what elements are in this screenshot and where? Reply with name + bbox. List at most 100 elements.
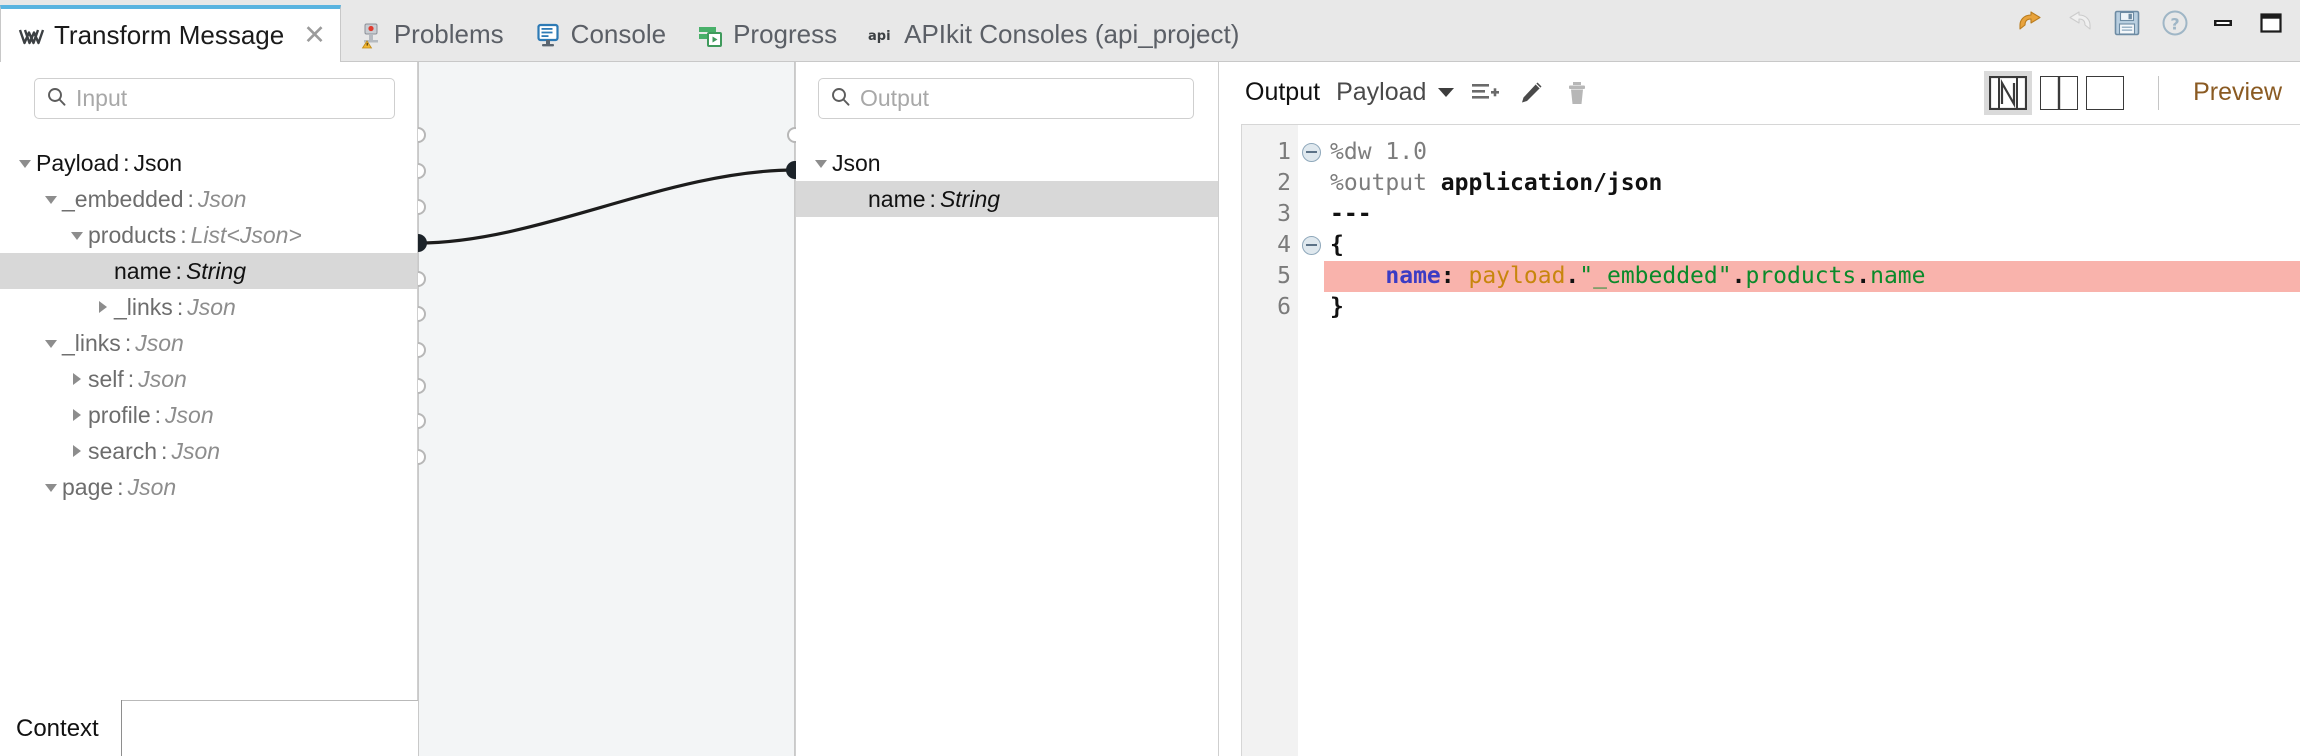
- tree-row-type: Json: [165, 401, 214, 428]
- tree-row-separator: :: [127, 365, 135, 392]
- tab-label: Transform Message: [54, 20, 285, 50]
- connector-port: [418, 342, 426, 358]
- preview-button[interactable]: Preview: [2193, 78, 2282, 107]
- code-line[interactable]: {: [1324, 230, 2300, 261]
- chevron-down-icon[interactable]: [40, 478, 62, 496]
- tree-row-separator: :: [124, 329, 132, 356]
- view-mode-single[interactable]: [2086, 75, 2125, 110]
- chevron-right-icon[interactable]: [66, 442, 88, 460]
- tree-row-separator: :: [154, 401, 162, 428]
- chevron-right-icon[interactable]: [92, 298, 114, 316]
- tree-row[interactable]: _embedded : Json: [0, 181, 417, 217]
- console-icon: [534, 21, 562, 49]
- code-token: application/json: [1440, 170, 1663, 196]
- output-search-wrap: Output: [796, 62, 1218, 119]
- chevron-down-icon[interactable]: [66, 226, 88, 244]
- search-icon: [47, 87, 66, 111]
- tree-row-name: products: [88, 221, 177, 248]
- tab-apikit-consoles[interactable]: api APIkit Consoles (api_project): [851, 8, 1253, 61]
- toolbar-divider: [2158, 75, 2160, 110]
- output-target-dropdown[interactable]: Payload: [1336, 78, 1455, 107]
- tree-row-separator: :: [123, 149, 130, 176]
- tree-row[interactable]: search : Json: [0, 433, 417, 469]
- edit-icon[interactable]: [1516, 78, 1546, 108]
- view-mode-split-graphic[interactable]: [1984, 70, 2033, 115]
- code-folding-column[interactable]: [1298, 125, 1324, 756]
- minimize-icon[interactable]: [2208, 8, 2238, 38]
- tab-console[interactable]: Console: [518, 8, 680, 61]
- code-fold-icon[interactable]: [1298, 230, 1324, 261]
- tree-row-type: Json: [171, 437, 221, 464]
- input-search-wrap: Input: [0, 62, 417, 119]
- code-line[interactable]: }: [1324, 292, 2300, 323]
- view-mode-two-column[interactable]: [2040, 75, 2079, 110]
- code-line[interactable]: %dw 1.0: [1324, 137, 2300, 168]
- view-mode-group: [1984, 70, 2125, 115]
- window-actions: ?: [2016, 8, 2286, 38]
- undo-icon[interactable]: [2016, 8, 2046, 38]
- tree-row-name: Json: [832, 149, 881, 176]
- save-icon[interactable]: [2112, 8, 2142, 38]
- line-number: 5: [1277, 263, 1291, 289]
- output-search-field[interactable]: Output: [818, 78, 1194, 119]
- code-line[interactable]: name: payload."_embedded".products.name: [1324, 261, 2300, 292]
- code-fold-empty: [1298, 199, 1324, 230]
- chevron-down-icon[interactable]: [40, 190, 62, 208]
- close-icon[interactable]: ✕: [303, 22, 326, 49]
- chevron-down-icon[interactable]: [810, 154, 832, 172]
- connector-port: [418, 449, 426, 465]
- tree-row-name: Payload: [36, 149, 120, 176]
- tree-row[interactable]: profile : Json: [0, 397, 417, 433]
- code-token: :: [1440, 263, 1469, 289]
- delete-icon[interactable]: [1562, 78, 1592, 108]
- svg-text:?: ?: [2170, 15, 2179, 34]
- code-text-area[interactable]: %dw 1.0 %output application/json ---{ name…: [1324, 125, 2300, 756]
- problems-icon: [357, 21, 385, 49]
- connector-port: [418, 199, 426, 215]
- input-search-field[interactable]: Input: [34, 78, 395, 119]
- tree-row[interactable]: _links : Json: [0, 289, 417, 325]
- help-icon[interactable]: ?: [2160, 8, 2190, 38]
- tree-row[interactable]: name : String: [796, 181, 1218, 217]
- chevron-right-icon[interactable]: [66, 370, 88, 388]
- maximize-icon[interactable]: [2256, 8, 2286, 38]
- code-token: %output: [1330, 170, 1441, 196]
- code-line[interactable]: %output application/json: [1324, 168, 2300, 199]
- tree-row-name: _links: [114, 293, 173, 320]
- tree-row-name: profile: [88, 401, 151, 428]
- tree-row[interactable]: _links : Json: [0, 325, 417, 361]
- tree-row-separator: :: [180, 221, 187, 248]
- connector-port: [418, 413, 426, 429]
- tab-problems[interactable]: Problems: [341, 8, 518, 61]
- chevron-right-icon[interactable]: [66, 406, 88, 424]
- tree-row-type: String: [939, 185, 1001, 212]
- tree-row[interactable]: Json: [796, 145, 1218, 181]
- mapping-connection-line: [418, 168, 796, 245]
- tab-transform-message[interactable]: Transform Message ✕: [0, 5, 341, 62]
- tree-row[interactable]: page : Json: [0, 469, 417, 505]
- tree-row[interactable]: self : Json: [0, 361, 417, 397]
- add-field-icon[interactable]: [1470, 78, 1500, 108]
- api-icon: api: [867, 21, 895, 49]
- code-token: payload: [1468, 263, 1566, 289]
- tree-row[interactable]: name : String: [0, 253, 417, 289]
- code-fold-icon[interactable]: [1298, 137, 1324, 168]
- tab-context[interactable]: Context: [0, 700, 122, 756]
- tab-progress[interactable]: Progress: [680, 8, 851, 61]
- output-label: Output: [1245, 78, 1321, 106]
- tree-row[interactable]: Payload : Json: [0, 145, 417, 181]
- code-token: .: [1856, 263, 1871, 289]
- input-search-placeholder: Input: [76, 85, 128, 111]
- progress-icon: [696, 21, 724, 49]
- tab-label: Problems: [393, 19, 504, 49]
- chevron-down-icon[interactable]: [14, 154, 36, 172]
- line-number-gutter: 1 2 3 4 5 6: [1242, 125, 1298, 756]
- tree-row[interactable]: products : List<Json>: [0, 217, 417, 253]
- chevron-down-icon[interactable]: [40, 334, 62, 352]
- dataweave-editor[interactable]: 123456 %dw 1.0 %output application/json --…: [1241, 124, 2300, 756]
- code-token: "_embedded": [1579, 263, 1732, 289]
- code-line[interactable]: ---: [1324, 199, 2300, 230]
- line-number: 6: [1277, 294, 1291, 320]
- mapping-canvas[interactable]: [418, 62, 796, 756]
- context-tab-label: Context: [16, 714, 99, 742]
